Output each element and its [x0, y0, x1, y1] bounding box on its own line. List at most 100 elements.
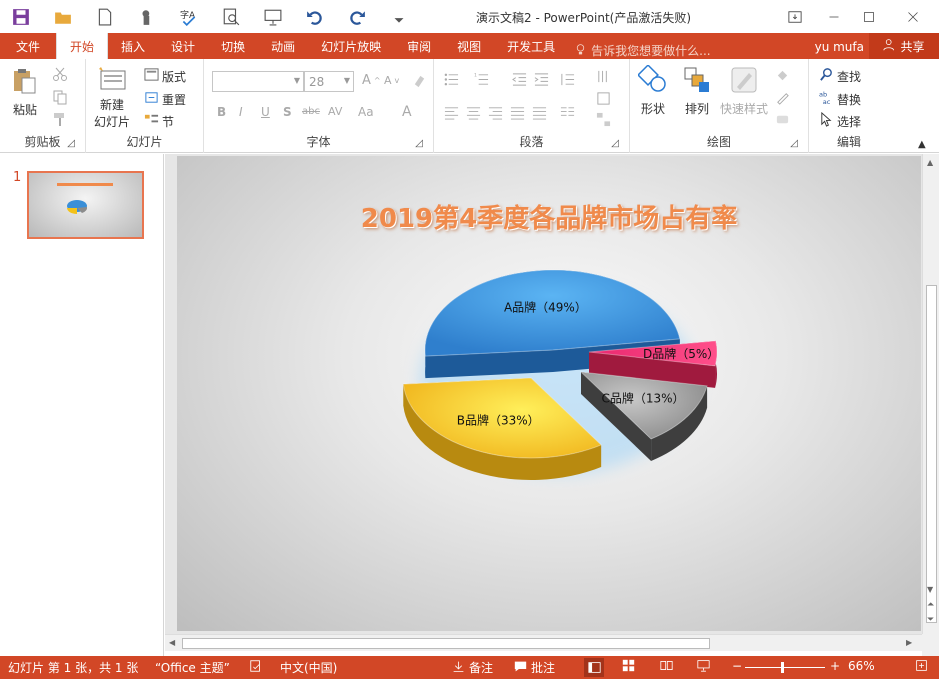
shadow-icon[interactable]: S — [283, 105, 292, 119]
zoom-slider[interactable] — [745, 667, 825, 668]
tab-insert[interactable]: 插入 — [108, 33, 158, 59]
zoom-slider-thumb[interactable] — [781, 662, 784, 673]
redo-icon[interactable] — [342, 2, 372, 32]
reset-button[interactable]: 重置 — [144, 90, 186, 108]
share-button[interactable]: 共享 — [869, 33, 939, 59]
open-folder-icon[interactable] — [48, 2, 78, 32]
scroll-left-icon[interactable]: ◀ — [169, 638, 175, 647]
line-spacing-icon[interactable] — [560, 72, 575, 87]
print-preview-icon[interactable] — [216, 2, 246, 32]
char-spacing-icon[interactable]: AV — [328, 105, 342, 118]
scroll-up-icon[interactable]: ▲ — [927, 158, 933, 167]
tell-me-box[interactable]: 告诉我您想要做什么... — [574, 42, 711, 59]
reading-view-icon[interactable] — [660, 659, 673, 675]
close-icon[interactable] — [895, 0, 931, 33]
tab-design[interactable]: 设计 — [158, 33, 208, 59]
text-direction-icon[interactable] — [596, 69, 611, 84]
language[interactable]: 中文(中国) — [280, 659, 337, 676]
format-painter-icon[interactable] — [52, 111, 68, 127]
numbering-icon[interactable]: 1 — [474, 72, 489, 87]
section-button[interactable]: 节 — [144, 112, 174, 130]
vertical-scroll-thumb[interactable] — [926, 285, 937, 623]
decrease-indent-icon[interactable] — [512, 72, 527, 87]
ribbon-display-icon[interactable] — [777, 0, 813, 33]
zoom-level[interactable]: 66% — [848, 659, 875, 673]
layout-button[interactable]: 版式 — [144, 67, 186, 85]
replace-button[interactable]: ab ac 替换 — [819, 90, 861, 108]
horizontal-scroll-thumb[interactable] — [182, 638, 710, 649]
zoom-in-icon[interactable]: + — [830, 659, 840, 673]
tab-transitions[interactable]: 切换 — [208, 33, 258, 59]
dialog-launcher-icon[interactable]: ◿ — [67, 138, 75, 149]
slide-thumbnail[interactable] — [27, 171, 144, 239]
slide-sorter-icon[interactable] — [622, 659, 635, 675]
tab-developer[interactable]: 开发工具 — [494, 33, 568, 59]
underline-icon[interactable]: U — [261, 105, 270, 119]
tab-view[interactable]: 视图 — [444, 33, 494, 59]
shape-fill-icon[interactable] — [775, 68, 790, 83]
slideshow-icon[interactable] — [258, 2, 288, 32]
shapes-button[interactable]: 形状 — [637, 64, 668, 117]
align-center-icon[interactable] — [466, 105, 481, 120]
maximize-icon[interactable] — [851, 0, 887, 33]
font-size-combo[interactable]: 28 ▼ — [304, 71, 354, 92]
cut-icon[interactable] — [52, 66, 68, 82]
tab-slideshow[interactable]: 幻灯片放映 — [308, 33, 394, 59]
horizontal-scrollbar[interactable]: ◀ ▶ — [165, 634, 922, 651]
clear-format-icon[interactable] — [412, 73, 427, 88]
copy-icon[interactable] — [52, 89, 68, 105]
minimize-icon[interactable] — [816, 0, 852, 33]
notes-button[interactable]: 备注 — [452, 659, 493, 676]
quick-styles-button[interactable]: 快速样式 — [720, 65, 768, 117]
change-case-icon[interactable]: Aa — [358, 105, 374, 119]
shape-outline-icon[interactable] — [775, 90, 790, 105]
tab-file[interactable]: 文件 — [0, 33, 56, 59]
slideshow-view-icon[interactable] — [697, 659, 710, 675]
italic-icon[interactable]: I — [239, 105, 243, 119]
paragraph-dialog-icon[interactable]: ◿ — [611, 138, 619, 149]
font-name-combo[interactable]: ▼ — [212, 71, 304, 92]
paste-button[interactable]: 粘贴 — [11, 67, 39, 118]
slide-canvas[interactable]: 2019第4季度各品牌市场占有率 A品牌（49%） D品牌（5%） C品牌（13%）… — [177, 156, 921, 631]
new-slide-button[interactable]: 新建 幻灯片 — [94, 65, 130, 130]
font-color-icon[interactable]: A — [402, 104, 412, 120]
normal-view-icon[interactable] — [584, 658, 604, 677]
strikethrough-icon[interactable]: abc — [302, 106, 320, 117]
justify-icon[interactable] — [510, 105, 525, 120]
columns-icon[interactable] — [560, 105, 575, 120]
smartart-icon[interactable] — [596, 112, 611, 127]
collapse-ribbon-icon[interactable]: ▲ — [918, 139, 926, 150]
tab-review[interactable]: 审阅 — [394, 33, 444, 59]
previous-slide-icon[interactable]: ⏶ — [927, 600, 934, 610]
undo-icon[interactable] — [300, 2, 330, 32]
customize-icon[interactable] — [384, 2, 414, 32]
distributed-icon[interactable] — [532, 105, 547, 120]
tab-home[interactable]: 开始 — [56, 33, 109, 59]
font-dialog-icon[interactable]: ◿ — [415, 138, 423, 149]
scroll-right-icon[interactable]: ▶ — [906, 638, 912, 647]
tab-animations[interactable]: 动画 — [258, 33, 308, 59]
arrange-button[interactable]: 排列 — [682, 65, 712, 117]
select-button[interactable]: 选择 — [819, 111, 861, 130]
find-button[interactable]: 查找 — [819, 67, 861, 85]
shape-effects-icon[interactable] — [775, 112, 790, 127]
zoom-out-icon[interactable]: − — [732, 659, 742, 673]
next-slide-icon[interactable]: ⏷ — [927, 615, 934, 625]
increase-font-icon[interactable]: A ^ — [362, 73, 381, 88]
align-left-icon[interactable] — [444, 105, 459, 120]
decrease-font-icon[interactable]: Av — [384, 74, 399, 87]
scroll-down-icon[interactable]: ▼ — [927, 585, 933, 594]
align-right-icon[interactable] — [488, 105, 503, 120]
save-icon[interactable] — [6, 2, 36, 32]
drawing-dialog-icon[interactable]: ◿ — [790, 138, 798, 149]
spell-check-icon[interactable] — [249, 659, 263, 676]
touch-mode-icon[interactable] — [132, 2, 162, 32]
user-name[interactable]: yu mufa — [815, 40, 864, 54]
new-file-icon[interactable] — [90, 2, 120, 32]
fit-slide-icon[interactable] — [915, 659, 928, 675]
bullets-icon[interactable] — [444, 72, 459, 87]
spelling-icon[interactable]: 字A — [174, 2, 204, 32]
increase-indent-icon[interactable] — [534, 72, 549, 87]
bold-icon[interactable]: B — [217, 105, 226, 119]
vertical-scrollbar[interactable]: ▲ ▼ ⏶ ⏷ — [922, 154, 939, 634]
